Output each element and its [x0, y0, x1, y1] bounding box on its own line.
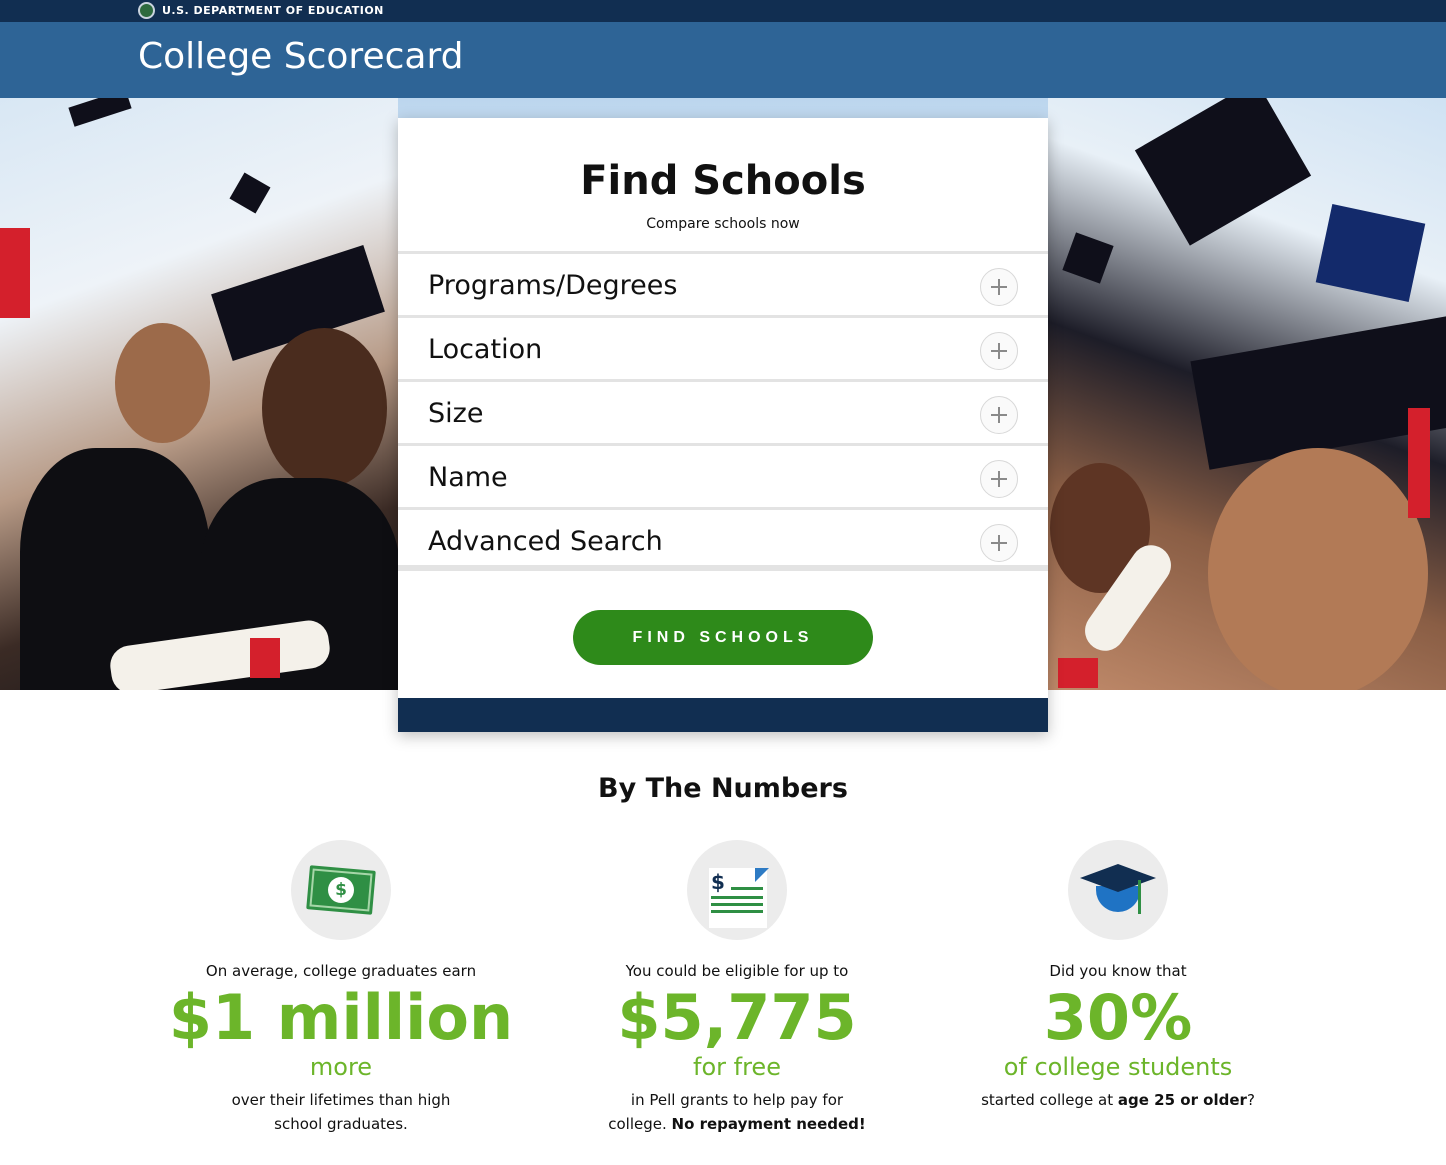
filter-label: Programs/Degrees — [428, 270, 678, 301]
diploma-ribbon — [1058, 658, 1098, 688]
stat-value: 30% — [1043, 981, 1193, 1054]
expand-plus-icon[interactable] — [980, 460, 1018, 498]
flying-cap-icon — [229, 172, 271, 214]
expand-plus-icon[interactable] — [980, 524, 1018, 562]
filter-programs-degrees[interactable]: Programs/Degrees — [398, 251, 1048, 315]
flying-cap-icon — [1315, 203, 1426, 303]
document-line-shape — [711, 910, 763, 913]
hero-photo-right — [1048, 98, 1446, 690]
filter-advanced-search[interactable]: Advanced Search — [398, 507, 1048, 571]
stat-value: $1 million — [168, 981, 514, 1054]
by-the-numbers-title: By The Numbers — [598, 773, 848, 804]
stat-pell-grants: $ You could be eligible for up to $5,775… — [557, 840, 917, 1136]
stat-older-students: Did you know that 30% of college student… — [938, 840, 1298, 1112]
stat-intro: On average, college graduates earn — [205, 962, 477, 980]
graduation-cap-icon — [1068, 840, 1168, 940]
graduate-face — [1208, 448, 1428, 690]
find-schools-subtitle: Compare schools now — [646, 216, 800, 232]
flying-cap-icon — [1062, 232, 1114, 284]
document-icon: $ — [687, 840, 787, 940]
expand-plus-icon[interactable] — [980, 268, 1018, 306]
cap-tassel — [0, 228, 30, 318]
stat-desc-emphasis: age 25 or older — [1117, 1091, 1247, 1109]
graduate-face — [115, 323, 210, 443]
stat-description: over their lifetimes than high school gr… — [161, 1088, 521, 1136]
filter-accordion: Programs/Degrees Location Size Name Adva… — [398, 251, 1048, 571]
filter-label: Size — [428, 398, 484, 429]
filter-name[interactable]: Name — [398, 443, 1048, 507]
gov-banner: U.S. DEPARTMENT OF EDUCATION — [0, 0, 1446, 22]
stat-desc-line: started college at — [981, 1091, 1114, 1109]
card-footer-bar — [398, 698, 1048, 732]
stat-description: started college at age 25 or older? — [938, 1088, 1298, 1112]
find-schools-title: Find Schools — [580, 158, 866, 204]
stat-desc-line: in Pell grants to help pay for — [630, 1091, 844, 1109]
document-line-shape — [731, 887, 763, 890]
cap-tassel-shape — [1138, 880, 1141, 914]
stat-earnings: $ On average, college graduates earn $1 … — [161, 840, 521, 1136]
gov-banner-label: U.S. DEPARTMENT OF EDUCATION — [162, 4, 384, 17]
filter-label: Location — [428, 334, 543, 365]
document-corner-shape — [755, 868, 769, 882]
filter-label: Advanced Search — [428, 526, 663, 557]
find-schools-card: Find Schools Compare schools now Program… — [398, 118, 1048, 732]
stat-intro: Did you know that — [1049, 962, 1187, 980]
cap-board-shape — [1080, 864, 1156, 892]
stat-description: in Pell grants to help pay for college. … — [557, 1088, 917, 1136]
stat-desc-line: school graduates. — [274, 1115, 408, 1133]
stat-sub: more — [309, 1053, 373, 1081]
stat-value: $5,775 — [617, 981, 857, 1054]
flying-cap-icon — [68, 98, 132, 127]
money-icon: $ — [291, 840, 391, 940]
cap-tassel — [1408, 408, 1430, 518]
filter-location[interactable]: Location — [398, 315, 1048, 379]
document-line-shape — [711, 896, 763, 899]
stat-desc-end: ? — [1246, 1091, 1255, 1109]
stat-desc-line: college. — [608, 1115, 667, 1133]
expand-plus-icon[interactable] — [980, 332, 1018, 370]
document-line-shape — [711, 903, 763, 906]
filter-label: Name — [428, 462, 508, 493]
stat-sub: of college students — [1003, 1053, 1233, 1081]
stat-sub: for free — [693, 1053, 781, 1081]
site-header: College Scorecard — [0, 22, 1446, 98]
dollar-sign-shape: $ — [711, 870, 725, 894]
find-schools-button[interactable]: FIND SCHOOLS — [573, 610, 873, 665]
graduate-face — [262, 328, 387, 488]
stat-desc-emphasis: No repayment needed! — [671, 1115, 866, 1133]
dollar-coin-shape: $ — [328, 877, 354, 903]
stat-intro: You could be eligible for up to — [625, 962, 849, 980]
department-seal-icon — [138, 2, 155, 19]
stat-desc-line: over their lifetimes than high — [231, 1091, 451, 1109]
hero-photo-left — [0, 98, 400, 690]
site-title-link[interactable]: College Scorecard — [138, 36, 463, 77]
flying-cap-icon — [1134, 98, 1312, 246]
diploma-ribbon — [250, 638, 280, 678]
expand-plus-icon[interactable] — [980, 396, 1018, 434]
filter-size[interactable]: Size — [398, 379, 1048, 443]
